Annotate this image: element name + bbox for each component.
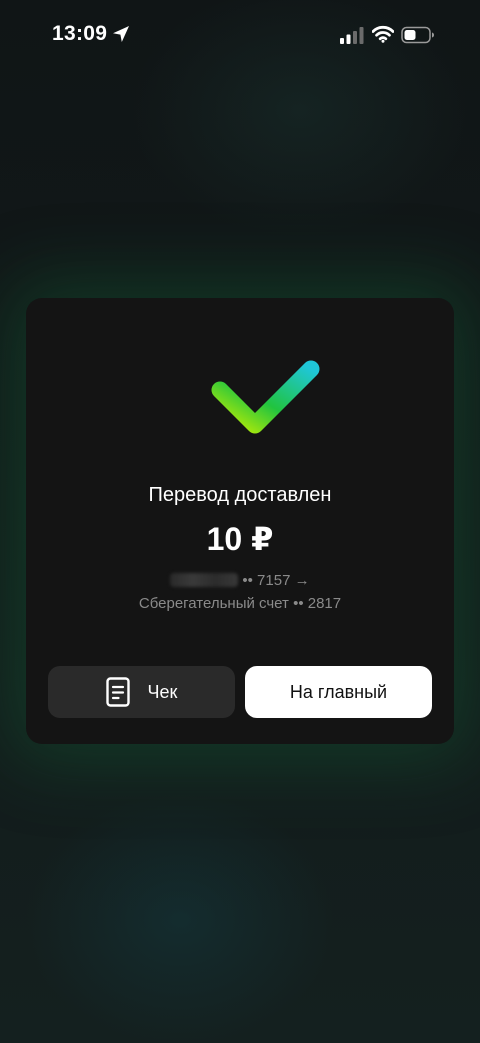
transfer-status-title: Перевод доставлен: [148, 484, 332, 506]
checkmark-icon: [211, 360, 320, 434]
battery-icon: [401, 26, 434, 44]
home-button[interactable]: На главный: [245, 666, 432, 718]
receipt-button-label: Чек: [147, 681, 178, 702]
source-account-number: •• 7157 →: [242, 572, 310, 589]
redacted-account-name: [170, 573, 239, 587]
receipt-icon: [105, 677, 130, 707]
location-arrow-icon: [113, 26, 129, 42]
status-bar: 13:09: [0, 0, 480, 70]
destination-account: Сберегательный счет •• 2817: [138, 595, 342, 612]
home-button-label: На главный: [289, 681, 388, 702]
cellular-signal-icon: [340, 27, 364, 44]
transfer-amount: 10 ₽: [206, 521, 274, 557]
source-account: •• 7157 →: [26, 572, 454, 589]
transfer-result-card: Перевод доставлен 10 ₽ •• 7157 → Сберега…: [26, 298, 454, 744]
wifi-icon: [372, 25, 394, 43]
status-time: 13:09: [52, 22, 108, 45]
receipt-button[interactable]: Чек: [48, 666, 235, 718]
